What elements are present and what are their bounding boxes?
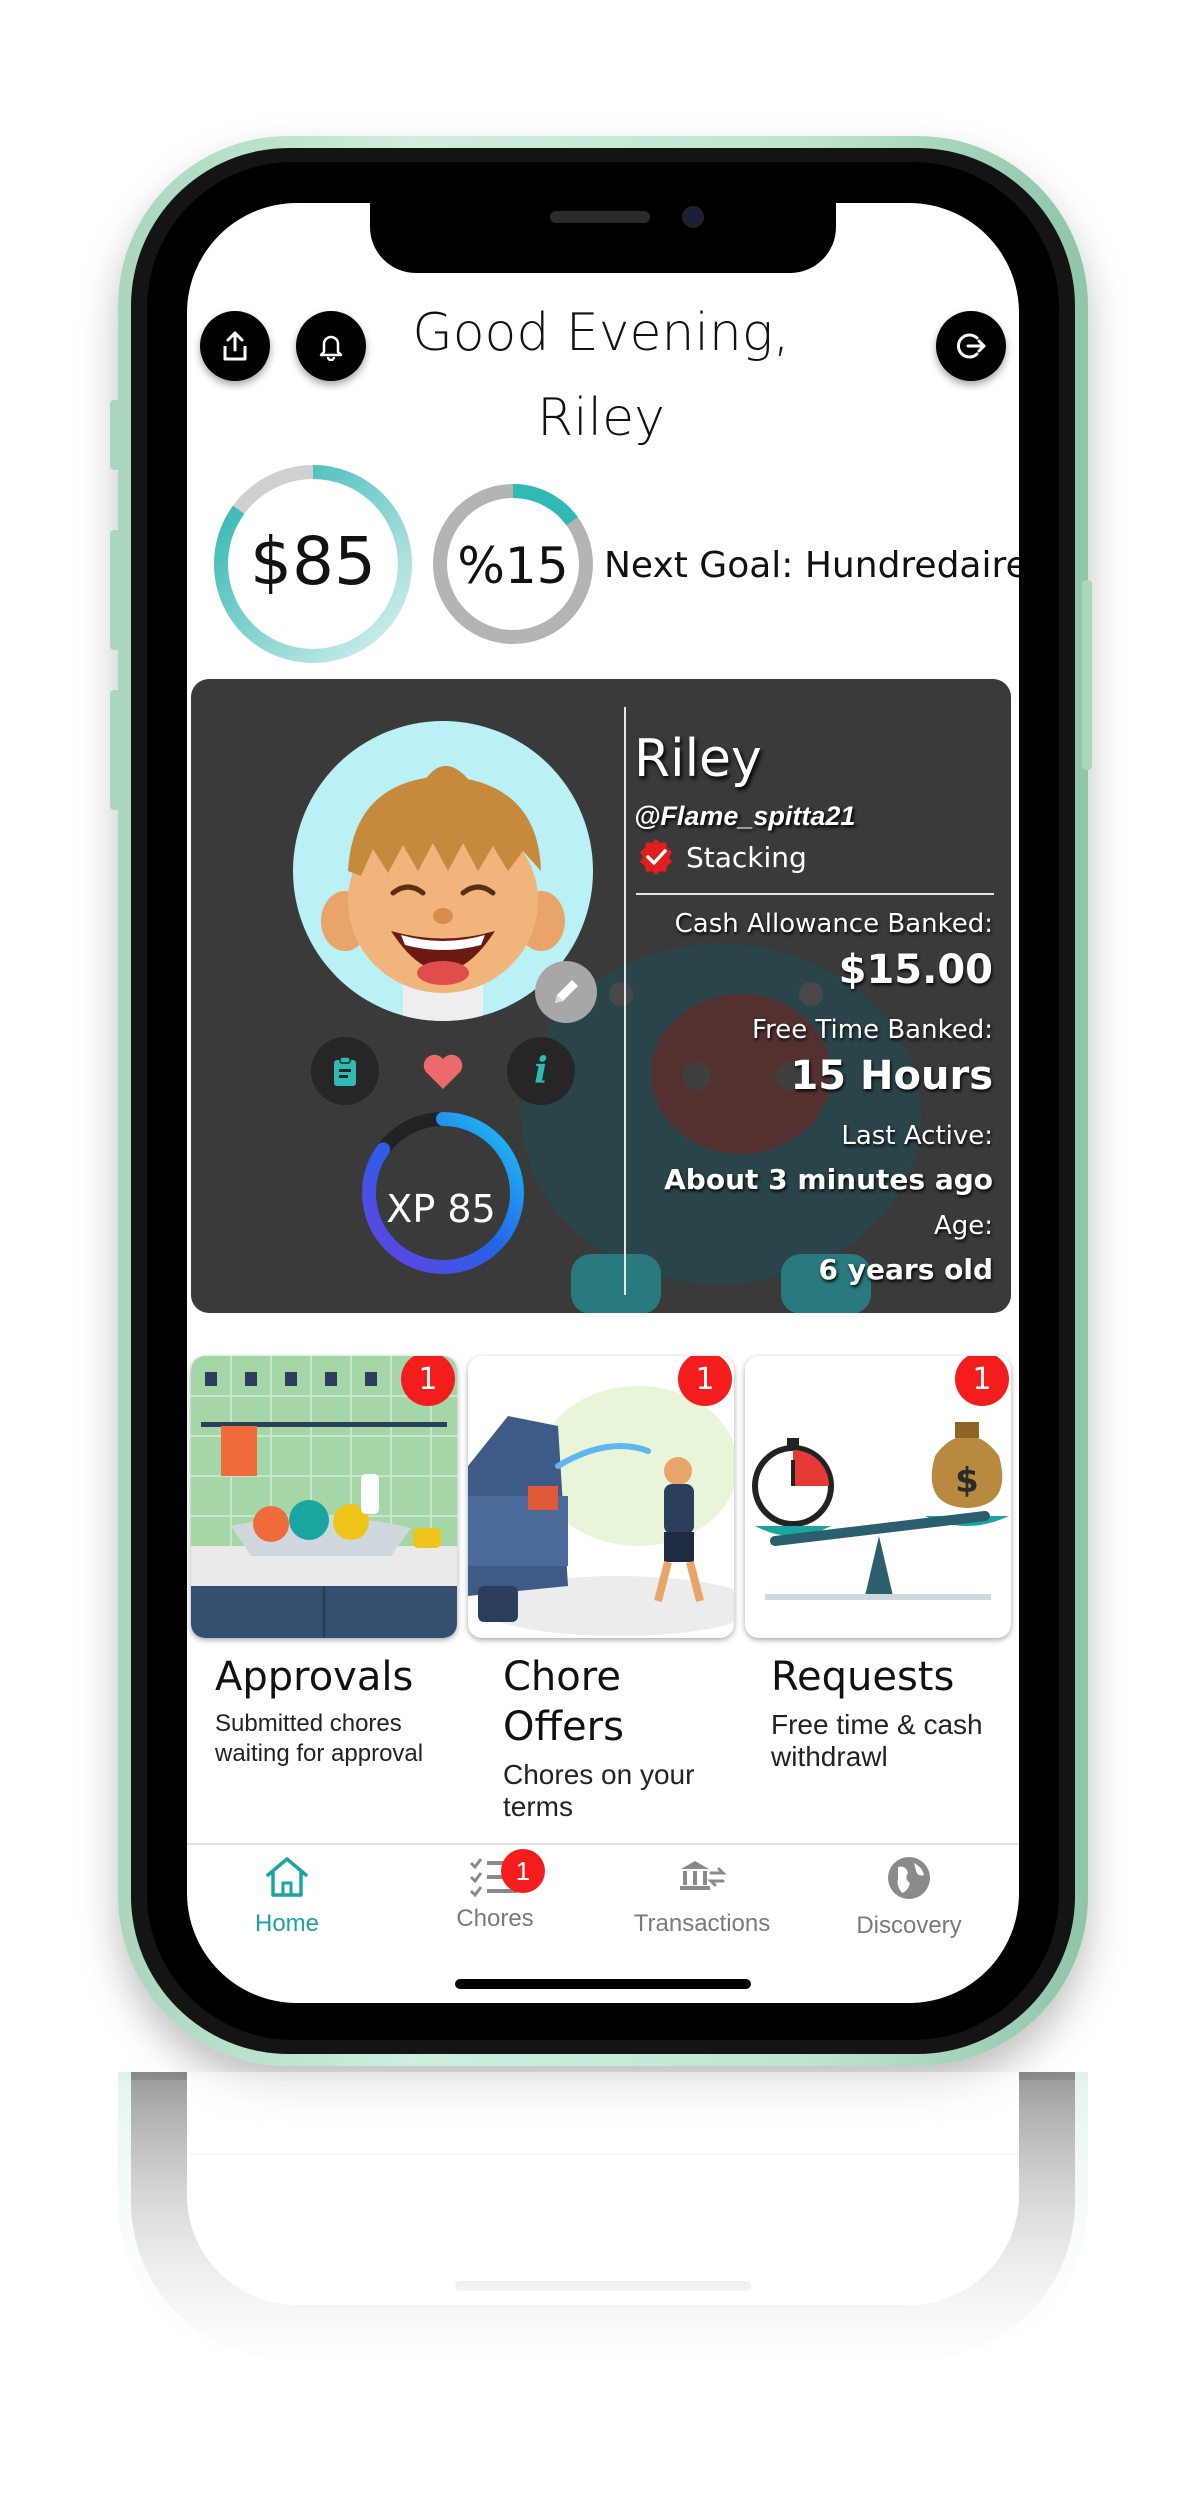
edit-avatar-button[interactable]: [535, 961, 597, 1023]
nav-home-label: Home: [254, 1910, 320, 1937]
greeting-name: Riley: [537, 388, 665, 448]
profile-handle: @Flame_spitta21: [634, 801, 856, 831]
nav-transactions[interactable]: Transactions: [602, 1855, 802, 1938]
requests-tile[interactable]: $ 1: [745, 1356, 1011, 1638]
phone-silent-switch: [110, 400, 120, 470]
age-value: 6 years old: [818, 1253, 993, 1286]
age-label: Age:: [933, 1211, 993, 1241]
profile-name: Riley: [634, 729, 762, 789]
chore-offers-title: Chore Offers: [503, 1654, 624, 1750]
approvals-title: Approvals: [215, 1654, 414, 1700]
nav-discovery[interactable]: Discovery: [809, 1855, 1009, 1940]
verified-check-icon: [640, 839, 672, 875]
status-badge: Stacking: [636, 837, 807, 877]
status-label: Stacking: [686, 840, 807, 874]
approvals-subtitle: Submitted chores waiting for approval: [215, 1710, 424, 1767]
nav-home[interactable]: Home: [187, 1855, 387, 1938]
nav-chores[interactable]: 1 Chores: [395, 1849, 595, 1933]
cash-allowance-label: Cash Allowance Banked:: [674, 909, 993, 939]
xp-label: XP 85: [386, 1187, 496, 1231]
earpiece-speaker: [550, 211, 650, 223]
phone-volume-up: [110, 530, 120, 650]
last-active-value: About 3 minutes ago: [664, 1163, 993, 1196]
greeting-line-1: Good Evening,: [412, 303, 790, 363]
nav-discovery-label: Discovery: [856, 1912, 962, 1939]
balance-amount: $85: [250, 523, 376, 600]
bottom-nav-divider: [187, 1843, 1019, 1845]
info-icon: i: [534, 1050, 548, 1092]
phone-volume-down: [110, 690, 120, 810]
front-camera: [682, 206, 704, 228]
chore-offers-subtitle: Chores on your terms: [503, 1759, 695, 1822]
app-screen: Good Evening, Riley $85 %15 Next Goal: H…: [187, 203, 1019, 2003]
favorite-button[interactable]: [409, 1037, 477, 1105]
home-icon: [266, 1857, 308, 1897]
profile-card: i XP 85 Riley @Flame_spitta21 Stacking C…: [191, 679, 1011, 1313]
requests-title: Requests: [771, 1654, 955, 1700]
card-separator: [636, 893, 994, 895]
info-button[interactable]: i: [507, 1037, 575, 1105]
last-active-label: Last Active:: [841, 1121, 993, 1151]
chores-list-button[interactable]: [311, 1037, 379, 1105]
globe-icon: [888, 1857, 930, 1899]
requests-subtitle: Free time & cash withdrawl: [771, 1709, 983, 1772]
clipboard-icon: [334, 1056, 356, 1086]
approvals-tile[interactable]: 1: [191, 1356, 457, 1638]
next-goal-label: Next Goal: Hundredaire: [604, 545, 1019, 586]
nav-chores-badge: 1: [501, 1849, 545, 1893]
phone-notch: [370, 195, 836, 273]
svg-text:$: $: [955, 1461, 979, 1501]
card-divider: [624, 707, 626, 1295]
percent-amount: %15: [457, 537, 569, 595]
home-indicator: [455, 1979, 751, 1989]
nav-chores-label: Chores: [456, 1905, 534, 1932]
heart-icon: [423, 1054, 463, 1089]
cash-allowance-value: $15.00: [838, 947, 993, 993]
pencil-icon: [555, 980, 578, 1003]
reflection-fade: [0, 2080, 1200, 2500]
chore-offers-tile[interactable]: 1: [468, 1356, 734, 1638]
nav-transactions-label: Transactions: [633, 1910, 771, 1937]
free-time-label: Free Time Banked:: [752, 1015, 993, 1045]
phone-power-button: [1082, 580, 1092, 770]
free-time-value: 15 Hours: [790, 1053, 993, 1099]
bank-transfer-icon: [680, 1861, 727, 1890]
